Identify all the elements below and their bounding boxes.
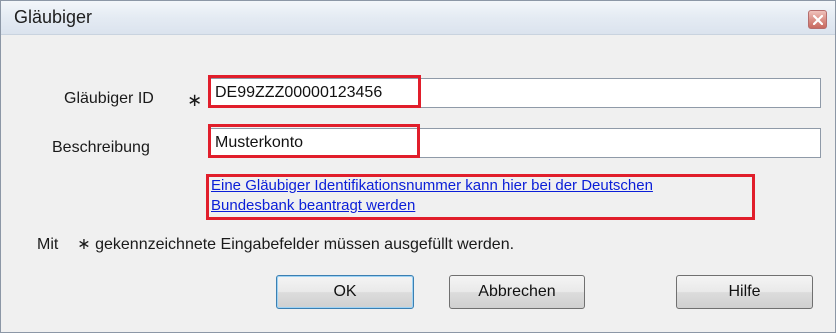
bundesbank-link-line2[interactable]: Bundesbank beantragt werden bbox=[211, 196, 653, 216]
note-prefix: Mit bbox=[37, 236, 59, 253]
description-field[interactable] bbox=[208, 128, 821, 158]
creditor-id-label: Gläubiger ID bbox=[64, 90, 154, 107]
note-text: gekennzeichnete Eingabefelder müssen aus… bbox=[95, 236, 515, 253]
note-marker: ∗ bbox=[77, 236, 91, 253]
creditor-dialog: Gläubiger Gläubiger ID ∗ Beschreibung Ei… bbox=[0, 0, 836, 333]
creditor-id-field[interactable] bbox=[208, 78, 821, 108]
cancel-button[interactable]: Abbrechen bbox=[449, 275, 585, 309]
help-button[interactable]: Hilfe bbox=[676, 275, 813, 309]
close-button[interactable] bbox=[808, 10, 827, 29]
ok-button[interactable]: OK bbox=[276, 275, 414, 309]
bundesbank-link[interactable]: Eine Gläubiger Identifikationsnummer kan… bbox=[211, 176, 653, 216]
window-title: Gläubiger bbox=[14, 7, 93, 27]
required-marker: ∗ bbox=[187, 90, 203, 110]
dialog-body: Gläubiger ID ∗ Beschreibung Eine Gläubig… bbox=[1, 35, 835, 332]
creditor-id-input[interactable] bbox=[215, 83, 615, 103]
description-label: Beschreibung bbox=[52, 139, 150, 156]
required-fields-note: Mit ∗ gekennzeichnete Eingabefelder müss… bbox=[37, 234, 514, 254]
bundesbank-link-line1[interactable]: Eine Gläubiger Identifikationsnummer kan… bbox=[211, 176, 653, 196]
title-bar[interactable]: Gläubiger bbox=[1, 1, 835, 35]
description-input[interactable] bbox=[215, 133, 615, 153]
